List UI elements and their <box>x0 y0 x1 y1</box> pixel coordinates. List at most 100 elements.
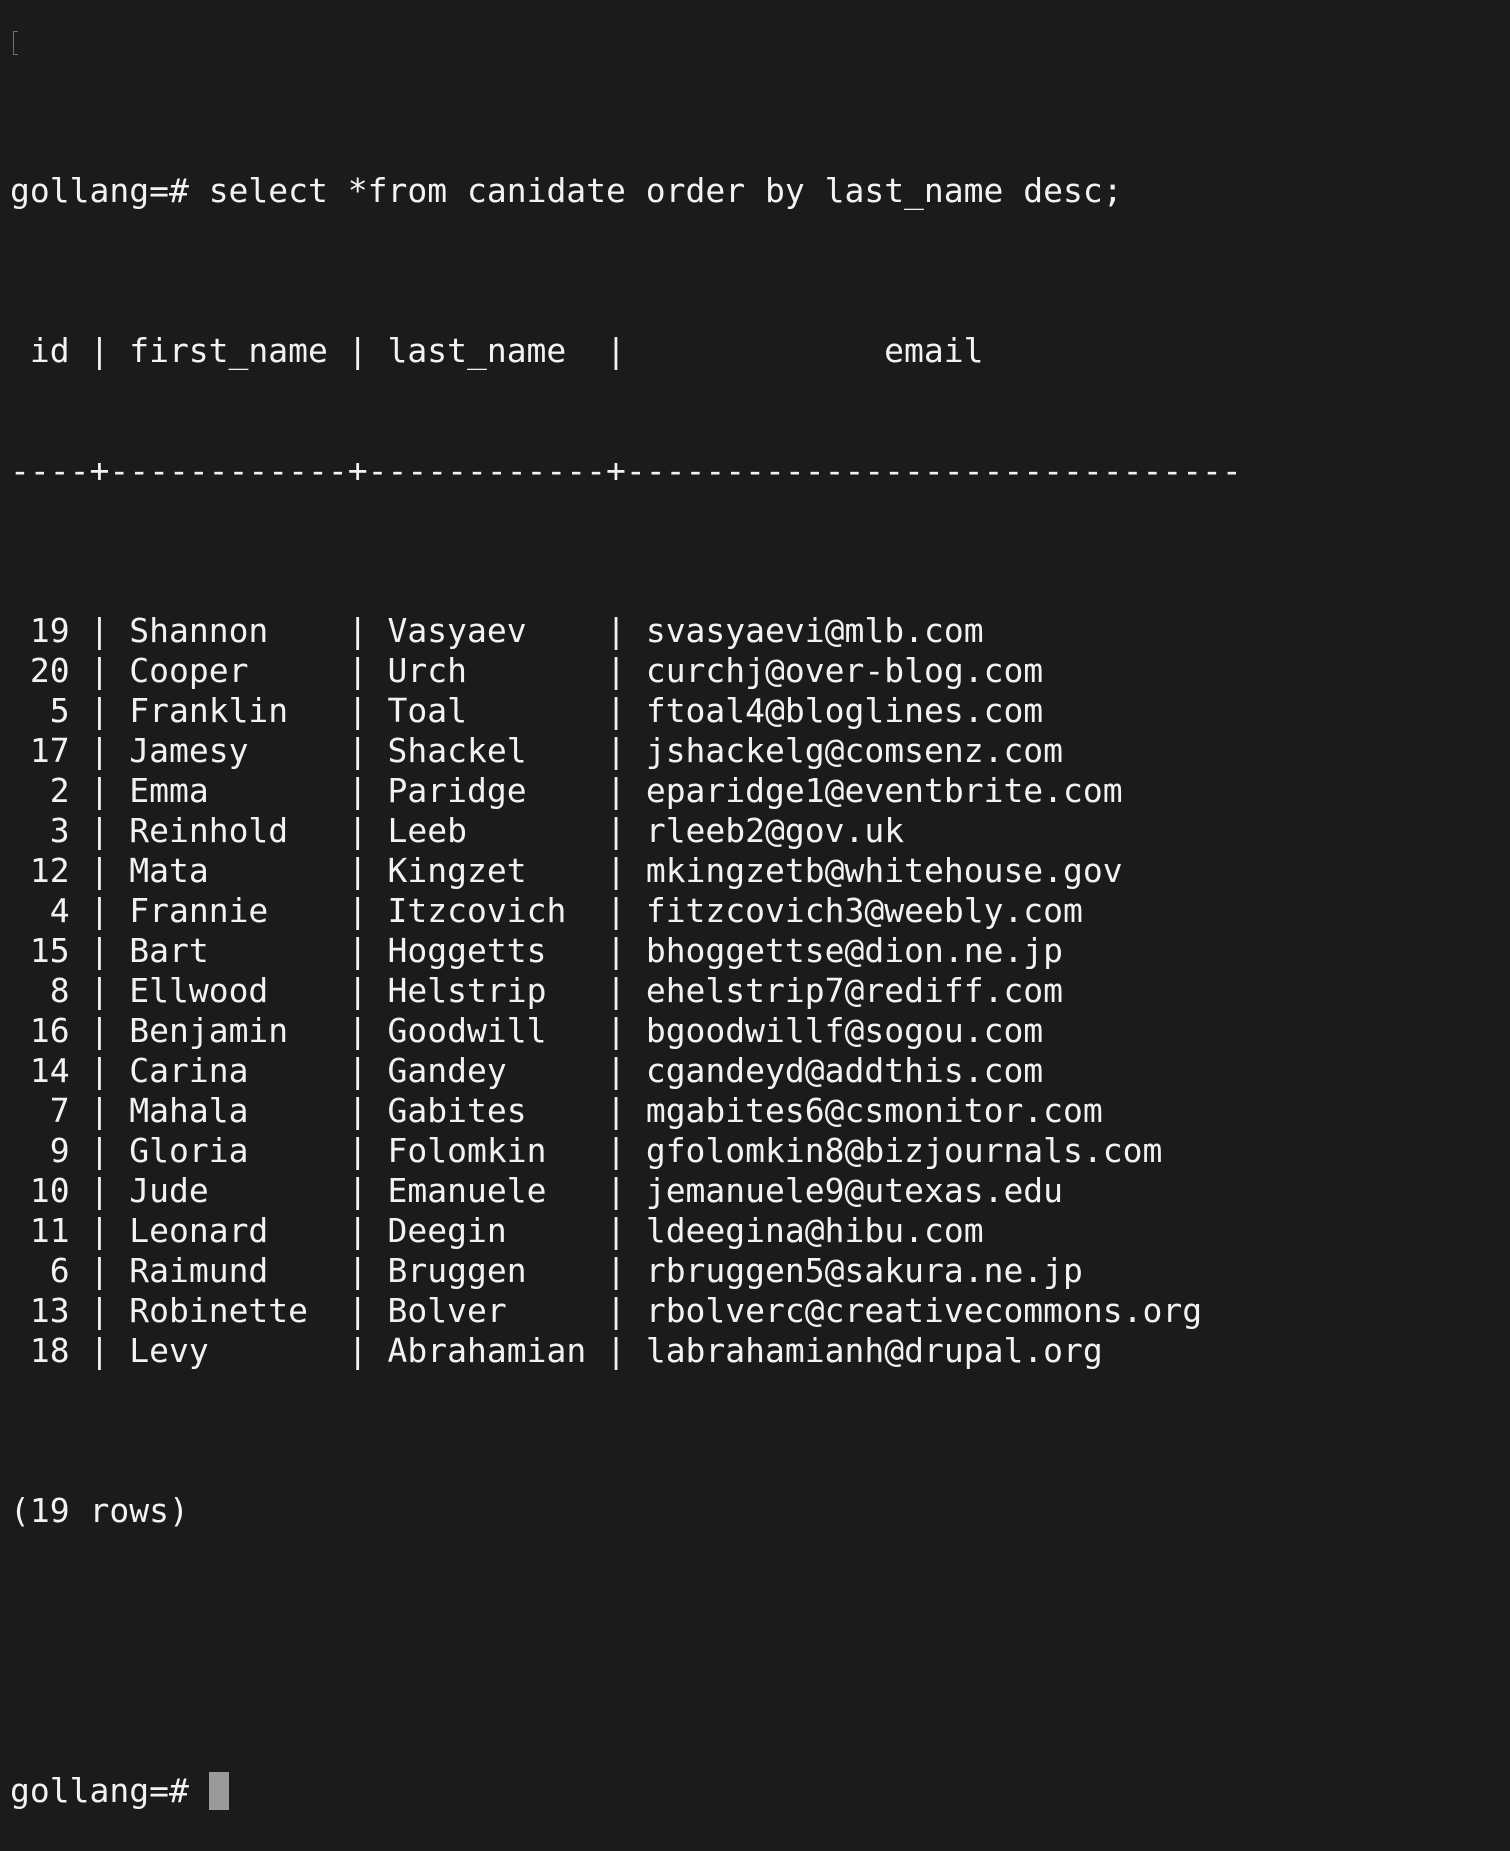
table-row: 20 | Cooper | Urch | curchj@over-blog.co… <box>10 651 1500 691</box>
column-separator: | <box>606 731 626 770</box>
cell-last-name: Abrahamian <box>367 1331 607 1370</box>
cell-last-name: Urch <box>367 651 607 690</box>
cell-email: mkingzetb@whitehouse.gov <box>625 851 1123 890</box>
column-separator: | <box>606 1291 626 1330</box>
cell-first-name: Mata <box>109 851 348 890</box>
column-separator: | <box>347 1211 368 1250</box>
column-separator: | <box>347 1251 368 1290</box>
cell-id: 14 <box>10 1051 90 1090</box>
column-separator: | <box>606 811 626 850</box>
cell-email: rleeb2@gov.uk <box>625 811 905 850</box>
column-separator: | <box>606 691 626 730</box>
column-separator: | <box>89 731 110 770</box>
table-row: 13 | Robinette | Bolver | rbolverc@creat… <box>10 1291 1500 1331</box>
cell-id: 12 <box>10 851 90 890</box>
column-separator: | <box>89 771 110 810</box>
column-separator: | <box>89 811 110 850</box>
cell-email: ehelstrip7@rediff.com <box>625 971 1064 1010</box>
terminal-window[interactable]: gollang=# select *from canidate order by… <box>10 11 1500 1810</box>
command-line: gollang=# select *from canidate order by… <box>10 171 1500 211</box>
column-separator: | <box>347 1091 368 1130</box>
cell-email: svasyaevi@mlb.com <box>625 611 984 650</box>
column-separator: | <box>606 1091 626 1130</box>
prompt-label: gollang=# <box>10 171 209 210</box>
cell-id: 6 <box>10 1251 90 1290</box>
column-separator: | <box>89 611 110 650</box>
cell-id: 20 <box>10 651 90 690</box>
cell-id: 11 <box>10 1211 90 1250</box>
column-separator: | <box>89 1331 110 1370</box>
column-separator: | <box>606 651 626 690</box>
cell-email: jshackelg@comsenz.com <box>625 731 1064 770</box>
active-prompt-line[interactable]: gollang=# <box>10 1771 1500 1811</box>
table-row: 15 | Bart | Hoggetts | bhoggettse@dion.n… <box>10 931 1500 971</box>
column-separator: | <box>606 1251 626 1290</box>
cell-first-name: Ellwood <box>109 971 348 1010</box>
column-separator: | <box>606 1051 626 1090</box>
column-separator: | <box>606 851 626 890</box>
column-separator: | <box>89 1091 110 1130</box>
cell-first-name: Gloria <box>109 1131 348 1170</box>
cell-email: jemanuele9@utexas.edu <box>625 1171 1064 1210</box>
column-separator: | <box>347 1331 368 1370</box>
cell-last-name: Deegin <box>367 1211 607 1250</box>
column-separator: | <box>89 1011 110 1050</box>
table-row: 9 | Gloria | Folomkin | gfolomkin8@bizjo… <box>10 1131 1500 1171</box>
column-separator: | <box>89 1251 110 1290</box>
cell-id: 7 <box>10 1091 90 1130</box>
table-row: 6 | Raimund | Bruggen | rbruggen5@sakura… <box>10 1251 1500 1291</box>
cell-id: 4 <box>10 891 90 930</box>
column-separator: | <box>606 1171 626 1210</box>
column-separator: | <box>89 1291 110 1330</box>
cell-email: cgandeyd@addthis.com <box>625 1051 1044 1090</box>
cell-first-name: Reinhold <box>109 811 348 850</box>
column-separator: | <box>606 891 626 930</box>
column-separator: | <box>606 1331 626 1370</box>
cell-first-name: Carina <box>109 1051 348 1090</box>
cell-first-name: Cooper <box>109 651 348 690</box>
column-separator: | <box>89 971 110 1010</box>
column-separator: | <box>347 931 368 970</box>
column-separator: | <box>347 851 368 890</box>
cell-id: 8 <box>10 971 90 1010</box>
cell-id: 10 <box>10 1171 90 1210</box>
table-row: 10 | Jude | Emanuele | jemanuele9@utexas… <box>10 1171 1500 1211</box>
cell-email: curchj@over-blog.com <box>625 651 1044 690</box>
column-separator: | <box>347 1131 368 1170</box>
text-cursor[interactable] <box>208 1772 229 1810</box>
cell-first-name: Franklin <box>109 691 348 730</box>
cell-email: rbruggen5@sakura.ne.jp <box>625 1251 1083 1290</box>
cell-last-name: Toal <box>367 691 607 730</box>
prompt-label: gollang=# <box>10 1771 209 1810</box>
table-row: 12 | Mata | Kingzet | mkingzetb@whitehou… <box>10 851 1500 891</box>
column-separator: | <box>89 651 110 690</box>
table-row: 2 | Emma | Paridge | eparidge1@eventbrit… <box>10 771 1500 811</box>
cell-id: 17 <box>10 731 90 770</box>
column-separator: | <box>606 931 626 970</box>
cell-id: 13 <box>10 1291 90 1330</box>
cell-id: 3 <box>10 811 90 850</box>
cell-first-name: Leonard <box>109 1211 348 1250</box>
cell-email: ldeegina@hibu.com <box>625 1211 984 1250</box>
column-separator: | <box>89 1131 110 1170</box>
cell-first-name: Frannie <box>109 891 348 930</box>
command-text: select *from canidate order by last_name… <box>208 171 1123 210</box>
table-separator: ----+------------+------------+---------… <box>10 451 1242 490</box>
cell-id: 16 <box>10 1011 90 1050</box>
column-separator: | <box>606 971 626 1010</box>
column-separator: | <box>89 931 110 970</box>
cell-last-name: Itzcovich <box>367 891 607 930</box>
cell-last-name: Goodwill <box>367 1011 607 1050</box>
column-separator: | <box>606 611 626 650</box>
column-separator: | <box>606 771 626 810</box>
column-separator: | <box>89 1211 110 1250</box>
cell-last-name: Emanuele <box>367 1171 607 1210</box>
cell-email: bgoodwillf@sogou.com <box>625 1011 1044 1050</box>
cell-email: labrahamianh@drupal.org <box>625 1331 1103 1370</box>
cell-first-name: Jamesy <box>109 731 348 770</box>
column-separator: | <box>347 1011 368 1050</box>
cell-email: ftoal4@bloglines.com <box>625 691 1044 730</box>
cell-last-name: Leeb <box>367 811 607 850</box>
table-row: 7 | Mahala | Gabites | mgabites6@csmonit… <box>10 1091 1500 1131</box>
cell-first-name: Levy <box>109 1331 348 1370</box>
